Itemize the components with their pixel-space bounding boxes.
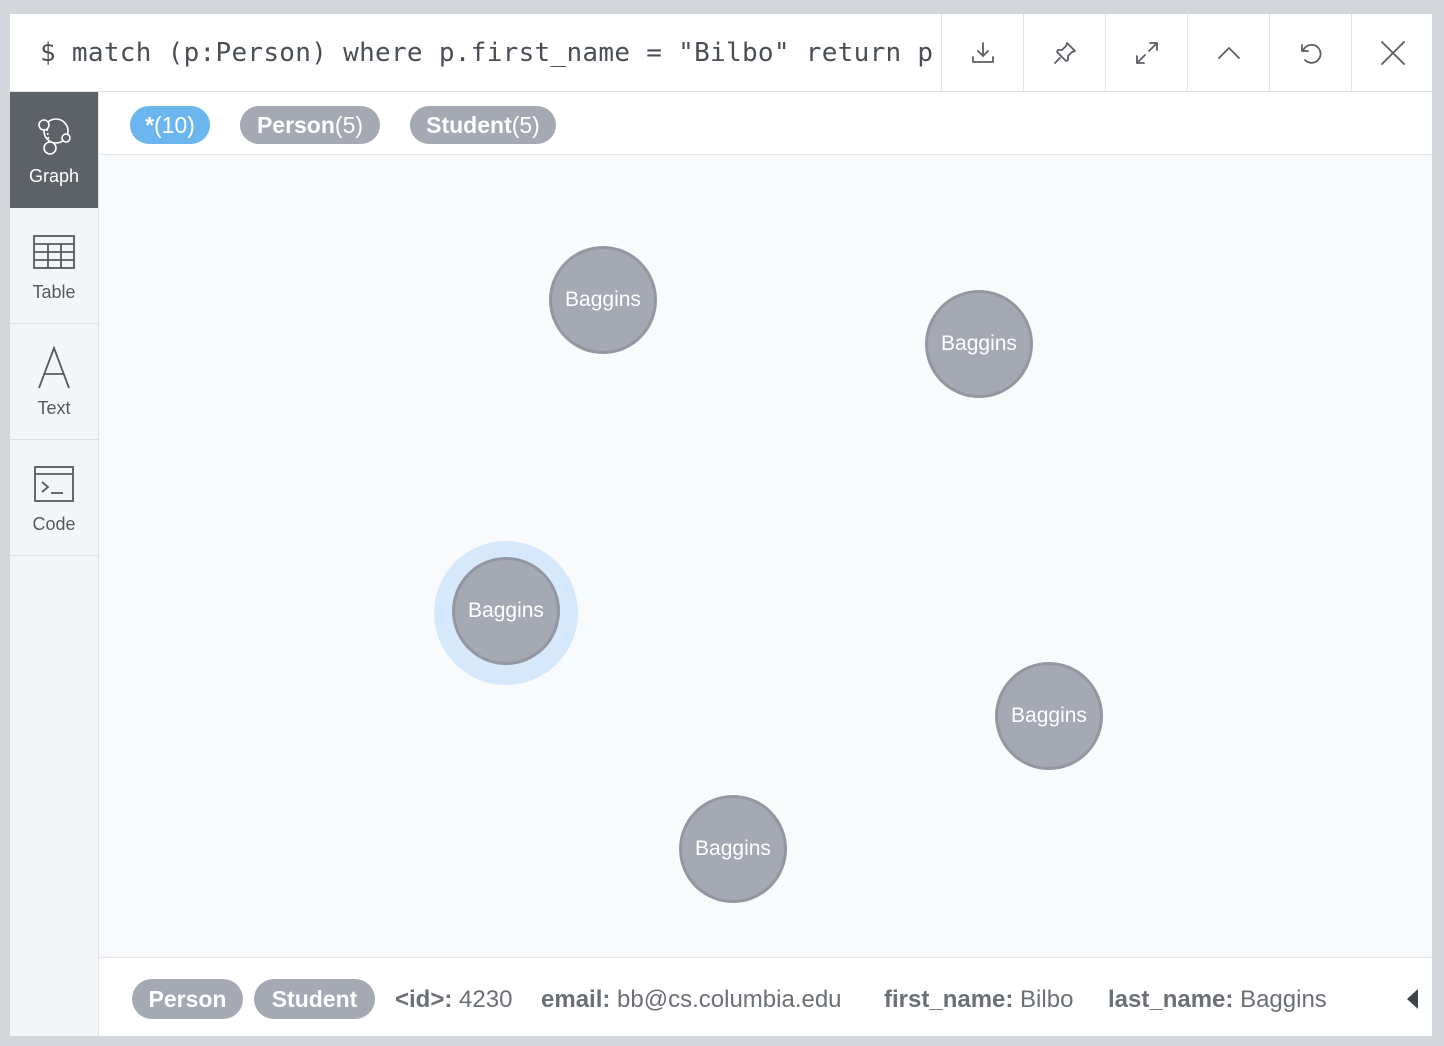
graph-node[interactable]: Baggins bbox=[925, 290, 1033, 398]
sidebar-item-label: Table bbox=[32, 282, 76, 302]
property-key: email: bbox=[541, 986, 611, 1013]
label-name: * bbox=[145, 111, 155, 138]
frame-header: $ match (p:Person) where p.first_name = … bbox=[10, 14, 1432, 92]
property-first-name: first_name: Bilbo bbox=[884, 986, 1073, 1014]
fullscreen-button[interactable] bbox=[1105, 14, 1187, 91]
node-caption: Baggins bbox=[1011, 704, 1087, 727]
property-key: first_name: bbox=[884, 986, 1014, 1013]
node-caption: Baggins bbox=[941, 332, 1017, 355]
table-icon bbox=[33, 230, 75, 274]
property-value: Bilbo bbox=[1020, 986, 1074, 1013]
label-count: (10) bbox=[154, 111, 195, 138]
download-button[interactable] bbox=[941, 14, 1023, 91]
property-email: email: bb@cs.columbia.edu bbox=[541, 986, 842, 1014]
graph-node-selected[interactable]: Baggins bbox=[452, 557, 560, 665]
expand-icon bbox=[1135, 41, 1158, 64]
pin-icon bbox=[1053, 41, 1076, 64]
sidebar-item-graph[interactable]: Graph bbox=[10, 92, 98, 208]
label-name: Person bbox=[256, 111, 335, 138]
graph-node[interactable]: Baggins bbox=[679, 795, 787, 903]
sidebar-item-label: Code bbox=[32, 514, 76, 534]
property-value: bb@cs.columbia.edu bbox=[617, 986, 842, 1013]
node-caption: Baggins bbox=[695, 837, 771, 860]
close-icon bbox=[1380, 40, 1405, 65]
node-caption: Baggins bbox=[565, 288, 641, 311]
property-value: Baggins bbox=[1240, 986, 1327, 1013]
close-button[interactable] bbox=[1351, 14, 1432, 91]
label-count: (5) bbox=[511, 111, 540, 138]
sidebar-item-text[interactable]: Text bbox=[10, 324, 98, 440]
label-pill-student[interactable]: Student (5) bbox=[410, 106, 556, 144]
property-key: last_name: bbox=[1108, 986, 1234, 1013]
node-label-tag[interactable]: Person bbox=[132, 979, 243, 1019]
property-key: <id>: bbox=[395, 986, 453, 1013]
text-icon bbox=[36, 346, 72, 390]
node-caption: Baggins bbox=[468, 599, 544, 622]
collapse-inspector-icon[interactable] bbox=[1407, 989, 1418, 1009]
graph-icon bbox=[35, 114, 73, 158]
label-pill-all[interactable]: * (10) bbox=[130, 106, 210, 144]
graph-canvas[interactable]: Baggins Baggins Baggins Baggins Baggins bbox=[99, 155, 1432, 957]
property-value: 4230 bbox=[459, 986, 513, 1013]
sidebar-item-table[interactable]: Table bbox=[10, 208, 98, 324]
refresh-icon bbox=[1300, 43, 1321, 64]
collapse-button[interactable] bbox=[1187, 14, 1269, 91]
inspector-bar: Person Student <id>: 4230 email: bb@cs.c… bbox=[99, 957, 1432, 1036]
result-frame: $ match (p:Person) where p.first_name = … bbox=[10, 14, 1432, 1036]
rerun-button[interactable] bbox=[1269, 14, 1351, 91]
label-name: Student bbox=[426, 111, 512, 138]
pin-button[interactable] bbox=[1023, 14, 1105, 91]
graph-node[interactable]: Baggins bbox=[549, 246, 657, 354]
property-last-name: last_name: Baggins bbox=[1108, 986, 1327, 1014]
terminal-icon bbox=[34, 462, 74, 506]
view-sidebar: Graph Table Text Code bbox=[10, 92, 99, 1036]
property-id: <id>: 4230 bbox=[395, 986, 512, 1014]
query-text[interactable]: $ match (p:Person) where p.first_name = … bbox=[40, 38, 933, 68]
label-pill-person[interactable]: Person (5) bbox=[240, 106, 380, 144]
chevron-up-icon bbox=[1217, 46, 1240, 59]
sidebar-item-label: Text bbox=[37, 398, 71, 418]
graph-node[interactable]: Baggins bbox=[995, 662, 1103, 770]
label-count: (5) bbox=[334, 111, 364, 138]
label-bar: * (10) Person (5) Student (5) bbox=[99, 92, 1432, 155]
node-label-tag[interactable]: Student bbox=[254, 979, 375, 1019]
download-icon bbox=[971, 41, 994, 63]
sidebar-item-label: Graph bbox=[28, 166, 80, 186]
sidebar-item-code[interactable]: Code bbox=[10, 440, 98, 556]
